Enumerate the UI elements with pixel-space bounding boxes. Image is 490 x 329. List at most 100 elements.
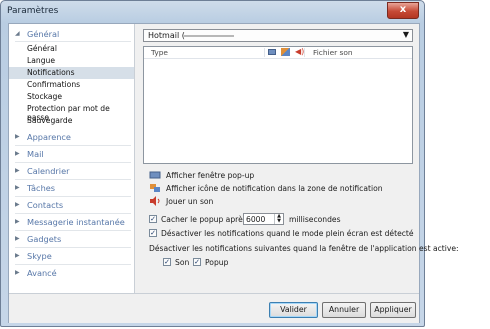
dialog-body: ◢ Général Général Langue Notifications C…: [8, 23, 459, 323]
divider: [15, 247, 131, 248]
tray-notification-icon: [149, 183, 161, 193]
sidebar-category-skype[interactable]: ▶ Skype: [9, 250, 134, 263]
popup-option: ✓ Popup: [193, 257, 253, 268]
settings-sidebar: ◢ Général Général Langue Notifications C…: [9, 24, 135, 322]
sidebar-category-label: Skype: [27, 251, 52, 261]
divider: [15, 213, 131, 214]
expand-arrow-icon[interactable]: ▶: [15, 218, 20, 225]
expand-arrow-icon[interactable]: ▶: [15, 269, 20, 276]
legend-label: Afficher icône de notification dans la z…: [166, 184, 383, 193]
sidebar-category-advanced[interactable]: ▶ Avancé: [9, 267, 134, 280]
fullscreen-checkbox[interactable]: ✓: [149, 229, 157, 237]
window-title: Paramètres: [7, 6, 59, 16]
expand-arrow-icon[interactable]: ▶: [15, 167, 20, 174]
hide-popup-label[interactable]: Cacher le popup après: [161, 215, 247, 224]
expand-arrow-icon[interactable]: ▶: [15, 184, 20, 191]
expand-arrow-icon[interactable]: ◢: [15, 30, 20, 37]
account-select[interactable]: Hotmail ( ▼: [143, 29, 413, 42]
hide-popup-option: ✓ Cacher le popup après 6000 ▲ ▼ millisec…: [149, 213, 419, 225]
divider: [15, 196, 131, 197]
sidebar-item-confirmations[interactable]: Confirmations: [9, 79, 134, 91]
sidebar-category-label: Tâches: [27, 183, 56, 193]
expand-arrow-icon[interactable]: ▶: [15, 150, 20, 157]
chevron-down-icon[interactable]: ▼: [403, 30, 409, 39]
expand-arrow-icon[interactable]: ▶: [15, 133, 20, 140]
divider: [15, 41, 131, 42]
tray-notification-icon[interactable]: [281, 48, 290, 56]
active-window-text: Désactiver les notifications suivantes q…: [149, 243, 459, 254]
redacted-account-mask: [184, 35, 234, 37]
stepper-arrows-icon[interactable]: ▲ ▼: [274, 214, 283, 224]
sound-icon: [149, 196, 161, 206]
expand-arrow-icon[interactable]: ▶: [15, 201, 20, 208]
column-header-type[interactable]: Type: [151, 48, 168, 57]
sidebar-item-label: Confirmations: [27, 80, 81, 89]
legend-sound: Jouer un son: [149, 196, 413, 207]
dialog-button-bar: Valider Annuler Appliquer: [9, 293, 419, 323]
divider: [15, 230, 131, 231]
sidebar-category-tasks[interactable]: ▶ Tâches: [9, 182, 134, 195]
hide-popup-duration-stepper[interactable]: 6000 ▲ ▼: [243, 213, 284, 225]
sidebar-category-appearance[interactable]: ▶ Apparence: [9, 131, 134, 144]
divider: [15, 179, 131, 180]
sidebar-item-label: Général: [27, 44, 57, 53]
sidebar-item-backup[interactable]: Sauvegarde: [9, 115, 134, 127]
legend-label: Jouer un son: [166, 197, 214, 206]
sound-label[interactable]: Son: [175, 258, 189, 267]
popup-icon[interactable]: [268, 49, 276, 55]
column-separator[interactable]: [264, 48, 265, 57]
sidebar-category-instant-messaging[interactable]: ▶ Messagerie instantanée: [9, 216, 134, 229]
notification-list[interactable]: Type ◀) Fichier son: [143, 46, 413, 164]
popup-checkbox[interactable]: ✓: [193, 258, 201, 266]
column-header-sound-file[interactable]: Fichier son: [313, 48, 353, 57]
sidebar-category-label: Général: [27, 29, 60, 39]
sidebar-category-label: Mail: [27, 149, 44, 159]
sidebar-category-label: Contacts: [27, 200, 64, 210]
sidebar-item-language[interactable]: Langue: [9, 55, 134, 67]
sidebar-category-label: Avancé: [27, 268, 57, 278]
divider: [15, 162, 131, 163]
sidebar-item-label: Stockage: [27, 92, 63, 101]
divider: [15, 264, 131, 265]
fullscreen-option: ✓ Désactiver les notifications quand le …: [149, 228, 419, 239]
list-header: Type ◀) Fichier son: [144, 47, 412, 59]
legend-tray: Afficher icône de notification dans la z…: [149, 183, 413, 194]
expand-arrow-icon[interactable]: ▶: [15, 235, 20, 242]
sidebar-item-general[interactable]: Général: [9, 43, 134, 55]
close-icon[interactable]: x: [400, 4, 406, 15]
close-button[interactable]: x: [387, 2, 419, 19]
sound-checkbox[interactable]: ✓: [163, 258, 171, 266]
sound-icon[interactable]: ◀): [295, 47, 304, 56]
sidebar-category-general[interactable]: ◢ Général: [9, 28, 134, 41]
sidebar-item-label: Langue: [27, 56, 56, 65]
apply-button[interactable]: Appliquer: [370, 302, 416, 318]
account-select-value: Hotmail (: [148, 31, 185, 40]
popup-label[interactable]: Popup: [205, 258, 228, 267]
expand-arrow-icon[interactable]: ▶: [15, 252, 20, 259]
active-window-label: Désactiver les notifications suivantes q…: [149, 244, 459, 253]
sidebar-category-mail[interactable]: ▶ Mail: [9, 148, 134, 161]
divider: [15, 145, 131, 146]
sidebar-category-contacts[interactable]: ▶ Contacts: [9, 199, 134, 212]
sidebar-category-label: Messagerie instantanée: [27, 217, 125, 227]
sidebar-item-storage[interactable]: Stockage: [9, 91, 134, 103]
legend-label: Afficher fenêtre pop-up: [166, 171, 255, 180]
sidebar-category-label: Gadgets: [27, 234, 62, 244]
hide-popup-checkbox[interactable]: ✓: [149, 215, 157, 223]
sidebar-category-label: Apparence: [27, 132, 71, 142]
column-separator[interactable]: [304, 48, 305, 57]
cancel-button[interactable]: Annuler: [322, 302, 366, 318]
hide-popup-duration-value[interactable]: 6000: [246, 215, 265, 224]
sidebar-item-password[interactable]: Protection par mot de passe: [9, 103, 134, 122]
fullscreen-label[interactable]: Désactiver les notifications quand le mo…: [161, 229, 414, 238]
sidebar-item-label: Sauvegarde: [27, 116, 73, 125]
sidebar-item-notifications[interactable]: Notifications: [9, 67, 134, 79]
settings-window: Paramètres x ◢ Général Général Langue No…: [0, 0, 459, 327]
sidebar-category-calendar[interactable]: ▶ Calendrier: [9, 165, 134, 178]
sidebar-category-gadgets[interactable]: ▶ Gadgets: [9, 233, 134, 246]
ok-button[interactable]: Valider: [269, 302, 318, 318]
notifications-panel: Hotmail ( ▼ Type ◀) Fichier son Afficher…: [143, 24, 459, 322]
hide-popup-unit: millisecondes: [289, 215, 341, 224]
sidebar-item-label: Notifications: [27, 68, 75, 77]
title-bar[interactable]: Paramètres x: [1, 1, 424, 23]
